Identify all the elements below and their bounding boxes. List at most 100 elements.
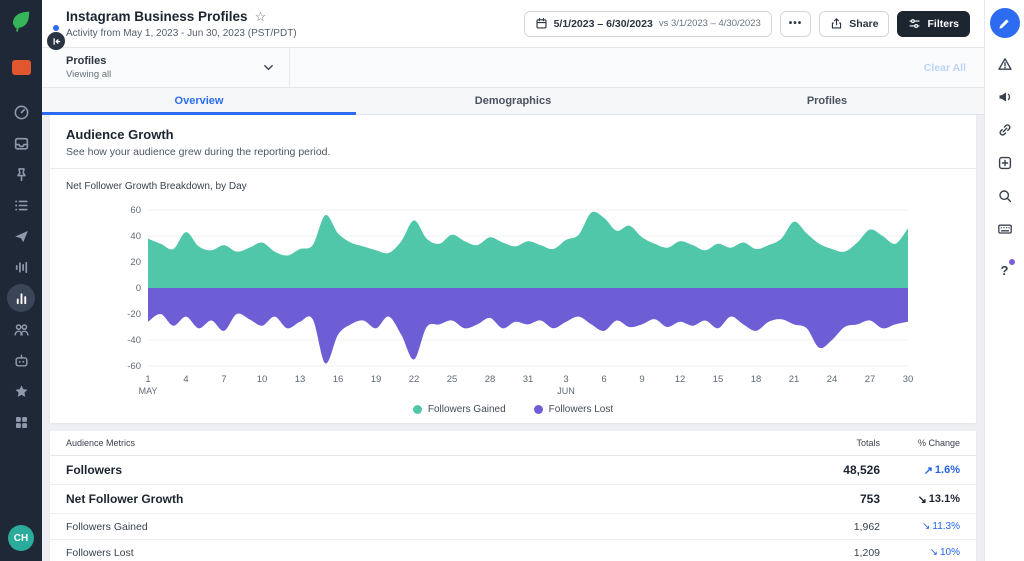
- sidebar-item-reports[interactable]: [7, 284, 35, 312]
- alerts-button[interactable]: [997, 56, 1013, 72]
- more-button[interactable]: •••: [780, 11, 812, 37]
- svg-text:20: 20: [130, 257, 141, 268]
- gauge-icon: [13, 104, 30, 121]
- favorite-star-icon[interactable]: ☆: [255, 9, 267, 25]
- svg-text:-60: -60: [127, 361, 141, 372]
- svg-text:16: 16: [333, 374, 344, 385]
- search-button[interactable]: [997, 188, 1013, 204]
- svg-text:60: 60: [130, 205, 141, 216]
- sprout-logo[interactable]: [8, 8, 34, 34]
- trend-down-icon: ↘: [930, 547, 938, 558]
- svg-text:MAY: MAY: [139, 386, 158, 396]
- sidebar-item-favorites[interactable]: [12, 382, 30, 400]
- sidebar-item-dashboard[interactable]: [12, 103, 30, 121]
- share-button[interactable]: Share: [819, 11, 889, 37]
- bot-icon: [13, 352, 30, 369]
- audience-growth-card: Audience Growth See how your audience gr…: [50, 115, 976, 423]
- svg-text:-40: -40: [127, 335, 141, 346]
- svg-text:21: 21: [789, 374, 800, 385]
- workspace-icon[interactable]: [12, 60, 31, 75]
- svg-text:10: 10: [257, 374, 268, 385]
- link-button[interactable]: [997, 122, 1013, 138]
- table-header-row: Audience Metrics Totals % Change: [50, 431, 976, 456]
- sidebar-item-inbox[interactable]: [12, 134, 30, 152]
- compose-pencil-icon: [997, 16, 1012, 31]
- profiles-dropdown[interactable]: Profiles Viewing all: [42, 48, 290, 87]
- sidebar-item-apps[interactable]: [12, 413, 30, 431]
- bar-chart-icon: [14, 291, 29, 306]
- compare-range-value: vs 3/1/2023 – 4/30/2023: [659, 18, 761, 29]
- net-follower-growth-chart: 6040200-20-40-60147101316192225283136912…: [108, 198, 918, 404]
- svg-text:3: 3: [563, 374, 568, 385]
- audience-metrics-table: Audience Metrics Totals % Change Followe…: [50, 431, 976, 561]
- column-header-totals: Totals: [760, 438, 880, 448]
- date-range-value: 5/1/2023 – 6/30/2023: [554, 18, 653, 30]
- help-notification-dot: [1009, 259, 1015, 265]
- svg-text:7: 7: [221, 374, 226, 385]
- lost-legend-dot: [534, 405, 543, 414]
- date-range-button[interactable]: 5/1/2023 – 6/30/2023 vs 3/1/2023 – 4/30/…: [524, 11, 772, 37]
- legend-followers-gained[interactable]: Followers Gained: [413, 404, 506, 415]
- user-avatar[interactable]: CH: [8, 525, 34, 551]
- change-value: ↗1.6%: [880, 464, 960, 477]
- table-row: Followers Lost 1,209 ↘10%: [50, 540, 976, 561]
- plus-square-icon: [997, 155, 1013, 171]
- report-header: Instagram Business Profiles ☆ Activity f…: [42, 0, 984, 48]
- waveform-icon: [13, 259, 30, 276]
- utility-sidebar: ?: [984, 0, 1024, 561]
- megaphone-icon: [997, 89, 1013, 105]
- report-tabs: Overview Demographics Profiles: [42, 88, 984, 115]
- sidebar-item-tasks[interactable]: [12, 196, 30, 214]
- svg-text:4: 4: [183, 374, 188, 385]
- tab-profiles[interactable]: Profiles: [670, 88, 984, 114]
- tab-overview[interactable]: Overview: [42, 88, 356, 114]
- chevron-down-icon: [262, 61, 275, 74]
- help-icon: ?: [1001, 263, 1009, 278]
- trend-down-icon: ↘: [918, 493, 927, 506]
- sidebar-item-automation[interactable]: [12, 351, 30, 369]
- page-title: Instagram Business Profiles: [66, 9, 248, 24]
- svg-text:30: 30: [903, 374, 914, 385]
- sidebar-item-feeds[interactable]: [12, 165, 30, 183]
- svg-text:31: 31: [523, 374, 534, 385]
- svg-text:0: 0: [136, 283, 141, 294]
- pin-icon: [13, 166, 30, 183]
- table-section-label: Audience Metrics: [66, 438, 760, 448]
- filters-button[interactable]: Filters: [897, 11, 970, 37]
- list-icon: [13, 197, 30, 214]
- compose-button[interactable]: [990, 8, 1020, 38]
- announcements-button[interactable]: [997, 89, 1013, 105]
- primary-sidebar: CH: [0, 0, 42, 561]
- report-subtitle: Activity from May 1, 2023 - Jun 30, 2023…: [66, 28, 297, 39]
- legend-followers-lost[interactable]: Followers Lost: [534, 404, 613, 415]
- svg-text:19: 19: [371, 374, 382, 385]
- shortcuts-button[interactable]: [997, 221, 1013, 237]
- share-icon: [830, 17, 843, 30]
- svg-text:13: 13: [295, 374, 306, 385]
- star-icon: [13, 383, 30, 400]
- svg-text:24: 24: [827, 374, 838, 385]
- sidebar-item-community[interactable]: [12, 320, 30, 338]
- sidebar-collapse-button[interactable]: [47, 32, 65, 50]
- inbox-icon: [13, 135, 30, 152]
- clear-all-button[interactable]: Clear All: [924, 62, 984, 74]
- tab-demographics[interactable]: Demographics: [356, 88, 670, 114]
- svg-text:25: 25: [447, 374, 458, 385]
- help-button[interactable]: ?: [1001, 262, 1009, 280]
- column-header-change: % Change: [880, 438, 960, 448]
- sidebar-item-listening[interactable]: [12, 258, 30, 276]
- svg-text:6: 6: [601, 374, 606, 385]
- filters-icon: [908, 17, 921, 30]
- report-scroll-area[interactable]: Audience Growth See how your audience gr…: [42, 115, 984, 561]
- paper-plane-icon: [13, 228, 30, 245]
- svg-text:1: 1: [145, 374, 150, 385]
- chart-title: Net Follower Growth Breakdown, by Day: [66, 181, 960, 192]
- alert-triangle-icon: [997, 56, 1013, 72]
- sidebar-item-publishing[interactable]: [12, 227, 30, 245]
- table-row: Followers 48,526 ↗1.6%: [50, 456, 976, 485]
- gained-legend-dot: [413, 405, 422, 414]
- change-value: ↘10%: [880, 547, 960, 558]
- profiles-dropdown-sublabel: Viewing all: [66, 69, 111, 80]
- add-button[interactable]: [997, 155, 1013, 171]
- svg-text:9: 9: [639, 374, 644, 385]
